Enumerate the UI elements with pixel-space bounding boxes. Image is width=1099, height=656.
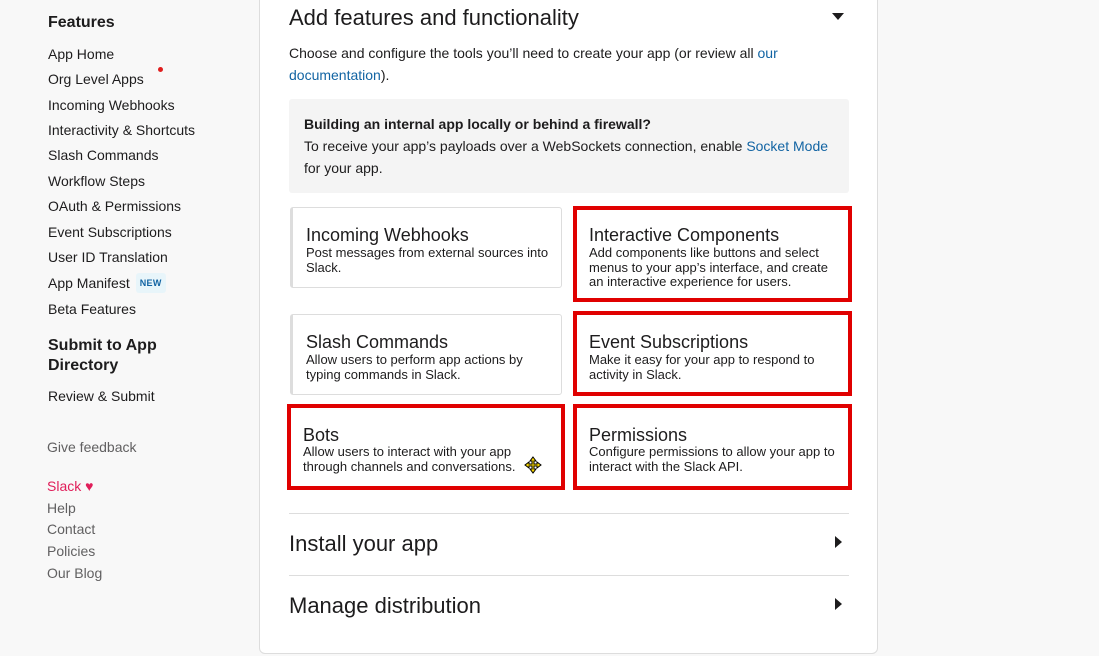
card-description: Allow users to perform app actions by ty… (306, 352, 523, 382)
footer-blog-link[interactable]: Our Blog (47, 564, 102, 582)
card-description: Post messages from external sources into… (306, 245, 549, 275)
notice-end: for your app. (304, 160, 383, 176)
card-event-subscriptions[interactable]: Event Subscriptions Make it easy for you… (573, 311, 852, 396)
footer-contact-link[interactable]: Contact (47, 520, 95, 538)
install-section-title[interactable]: Install your app (289, 530, 438, 558)
collapse-caret-icon[interactable] (832, 13, 844, 20)
distribution-section-title[interactable]: Manage distribution (289, 592, 481, 620)
notice-text: To receive your app’s payloads over a We… (304, 138, 747, 154)
card-description: Allow users to interact with your app th… (303, 444, 516, 474)
socket-mode-link[interactable]: Socket Mode (746, 138, 828, 154)
sidebar-item-review-submit[interactable]: Review & Submit (48, 387, 155, 405)
sidebar-item-app-home[interactable]: App Home (48, 45, 114, 63)
card-title: Interactive Components (589, 225, 780, 245)
expand-caret-icon[interactable] (835, 536, 842, 548)
section-divider (289, 575, 849, 576)
sidebar: Features App Home Org Level Apps Incomin… (0, 0, 250, 656)
section-divider (289, 513, 849, 514)
sidebar-item-org-level-apps[interactable]: Org Level Apps (48, 70, 144, 88)
card-title: Event Subscriptions (589, 332, 749, 352)
footer-policies-link[interactable]: Policies (47, 542, 95, 560)
card-title: Slash Commands (306, 332, 449, 352)
sidebar-item-incoming-webhooks[interactable]: Incoming Webhooks (48, 96, 175, 114)
sidebar-item-event-subscriptions[interactable]: Event Subscriptions (48, 223, 172, 241)
features-intro: Choose and configure the tools you’ll ne… (289, 42, 829, 86)
card-description: Make it easy for your app to respond to … (589, 352, 815, 382)
sidebar-item-beta-features[interactable]: Beta Features (48, 300, 136, 318)
card-title: Permissions (589, 425, 688, 445)
card-interactive-components[interactable]: Interactive Components Add components li… (573, 206, 852, 302)
card-title: Bots (303, 425, 340, 445)
card-incoming-webhooks[interactable]: Incoming Webhooks Post messages from ext… (290, 207, 562, 288)
give-feedback-link[interactable]: Give feedback (47, 438, 137, 456)
features-section-title[interactable]: Add features and functionality (289, 4, 579, 32)
footer-slack-link[interactable]: Slack ♥ (47, 477, 93, 495)
sidebar-item-app-manifest[interactable]: App Manifest NEW (48, 273, 166, 293)
card-bots[interactable]: Bots Allow users to interact with your a… (287, 404, 565, 490)
move-cursor-icon (524, 456, 542, 474)
card-permissions[interactable]: Permissions Configure permissions to all… (573, 404, 852, 490)
card-description: Configure permissions to allow your app … (589, 444, 835, 474)
notice-body: To receive your app’s payloads over a We… (304, 135, 839, 179)
firewall-notice: Building an internal app locally or behi… (289, 99, 849, 193)
card-slash-commands[interactable]: Slash Commands Allow users to perform ap… (290, 314, 562, 395)
notification-dot (158, 67, 163, 72)
sidebar-item-user-id-translation[interactable]: User ID Translation (48, 248, 168, 266)
intro-end: ). (380, 67, 390, 83)
notice-title: Building an internal app locally or behi… (304, 116, 651, 132)
sidebar-item-oauth-permissions[interactable]: OAuth & Permissions (48, 197, 181, 215)
submit-heading: Submit to App Directory (48, 337, 157, 374)
sidebar-item-slash-commands[interactable]: Slash Commands (48, 146, 159, 164)
sidebar-item-interactivity-shortcuts[interactable]: Interactivity & Shortcuts (48, 121, 195, 139)
features-heading: Features (48, 14, 115, 31)
new-badge: NEW (135, 273, 166, 293)
footer-slack-label: Slack (47, 478, 82, 494)
expand-caret-icon[interactable] (835, 598, 842, 610)
footer-help-link[interactable]: Help (47, 499, 76, 517)
card-title: Incoming Webhooks (306, 225, 469, 245)
sidebar-item-workflow-steps[interactable]: Workflow Steps (48, 172, 145, 190)
card-description: Add components like buttons and select m… (589, 245, 828, 289)
intro-text: Choose and configure the tools you’ll ne… (289, 45, 758, 61)
sidebar-item-label: App Manifest (48, 275, 130, 291)
heart-icon: ♥ (85, 478, 94, 494)
